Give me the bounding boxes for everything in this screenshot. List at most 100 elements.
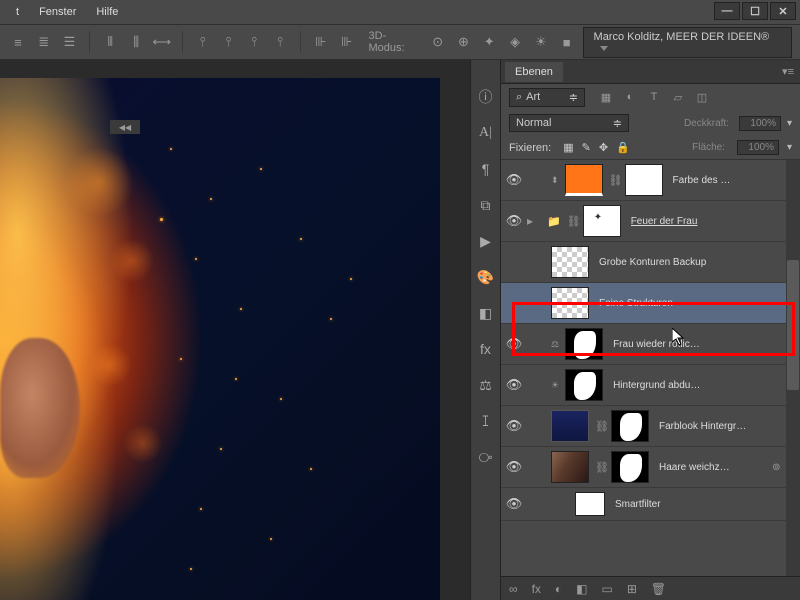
character-icon[interactable]: A| (477, 124, 495, 142)
dist-icon-2[interactable]: ⫼ (126, 32, 146, 52)
3d-icon-4[interactable]: ◈ (505, 32, 525, 52)
adjustment-layer-icon[interactable]: ◧ (576, 582, 587, 596)
layer-filter-select[interactable]: ⌕Art≑ (509, 88, 585, 107)
filter-shape-icon[interactable]: ▱ (671, 90, 685, 104)
layer-name[interactable]: Hintergrund abdu… (613, 380, 794, 391)
link-icon[interactable]: ⛓ (567, 215, 577, 228)
align-icon-2[interactable]: ≣ (34, 32, 54, 52)
dist-icon-1[interactable]: ⫴ (100, 32, 120, 52)
layer-row[interactable]: 👁 Smartfilter (501, 488, 800, 521)
delete-layer-icon[interactable]: 🗑 (651, 582, 666, 596)
layer-thumb[interactable] (551, 287, 589, 319)
fill-input[interactable]: 100% (737, 140, 779, 155)
layer-thumb[interactable] (551, 246, 589, 278)
layer-name[interactable]: Feine Strukturen (599, 298, 794, 309)
mask-thumb[interactable] (583, 205, 621, 237)
mask-thumb[interactable] (565, 328, 603, 360)
visibility-toggle[interactable]: 👁 (507, 255, 521, 269)
tab-ebenen[interactable]: Ebenen (505, 62, 563, 82)
lock-transparency-icon[interactable]: ▦ (563, 141, 573, 154)
visibility-toggle[interactable]: 👁 (507, 419, 521, 433)
layer-name[interactable]: Smartfilter (615, 499, 794, 510)
author-display[interactable]: Marco Kolditz, MEER DER IDEEN® (583, 27, 793, 58)
align-icon-3[interactable]: ☰ (60, 32, 80, 52)
layer-name[interactable]: Grobe Konturen Backup (599, 257, 794, 268)
layers-icon[interactable]: ⧉ (477, 196, 495, 214)
menu-truncated[interactable]: t (6, 2, 29, 22)
blend-mode-select[interactable]: Normal≑ (509, 114, 629, 132)
play-icon[interactable]: ▶ (477, 232, 495, 250)
layers-scrollbar[interactable] (786, 160, 800, 576)
mask-thumb[interactable] (611, 410, 649, 442)
3d-icon-3[interactable]: ✦ (479, 32, 499, 52)
3d-icon-6[interactable]: ■ (557, 32, 577, 52)
layer-name[interactable]: Farblook Hintergr… (659, 421, 794, 432)
dist-h-1[interactable]: ⊪ (311, 32, 331, 52)
mask-thumb[interactable] (625, 164, 663, 196)
menu-fenster[interactable]: Fenster (29, 2, 86, 22)
swatches-icon[interactable]: 🎨 (477, 268, 495, 286)
fx-badge[interactable]: ⊚ (772, 462, 780, 473)
link-icon[interactable]: ⛓ (609, 174, 619, 187)
3d-icon-2[interactable]: ⊕ (454, 32, 474, 52)
adjustments-icon[interactable]: ◧ (477, 304, 495, 322)
layer-thumb[interactable] (551, 410, 589, 442)
link-layers-icon[interactable]: ∞ (509, 582, 518, 596)
dist-v-2[interactable]: ⫯ (219, 32, 239, 52)
layer-row[interactable]: 👁 ⬍ ⛓ Farbe des … (501, 160, 800, 201)
3d-icon-1[interactable]: ⊙ (428, 32, 448, 52)
filter-pixel-icon[interactable]: ▦ (599, 90, 613, 104)
mask-thumb[interactable] (565, 369, 603, 401)
visibility-toggle[interactable]: 👁 (507, 497, 521, 511)
opacity-input[interactable]: 100% (739, 116, 781, 131)
paragraph-icon[interactable]: ¶ (477, 160, 495, 178)
canvas-area[interactable]: ◀◀ (0, 60, 470, 600)
visibility-toggle[interactable]: 👁 (507, 337, 521, 351)
layer-name[interactable]: Feuer der Frau (631, 216, 794, 227)
close-button[interactable]: ✕ (770, 2, 796, 20)
filter-adjust-icon[interactable]: ◐ (623, 90, 637, 104)
fill-arrow[interactable]: ▾ (787, 142, 792, 153)
new-layer-icon[interactable]: ⊞ (627, 582, 637, 596)
clone-icon[interactable]: ⧂ (477, 448, 495, 466)
layer-thumb[interactable] (551, 451, 589, 483)
layer-row[interactable]: 👁 Grobe Konturen Backup (501, 242, 800, 283)
filter-type-icon[interactable]: T (647, 90, 661, 104)
layer-mask-icon[interactable]: ◐ (555, 582, 562, 596)
layer-row[interactable]: 👁 ⛓ Haare weichz… ⊚ ▾ (501, 447, 800, 488)
dist-v-4[interactable]: ⫯ (270, 32, 290, 52)
minimize-button[interactable]: — (714, 2, 740, 20)
link-icon[interactable]: ⛓ (595, 461, 605, 474)
balance-icon[interactable]: ⚖ (477, 376, 495, 394)
layer-fx-icon[interactable]: fx (532, 582, 541, 596)
visibility-toggle[interactable]: 👁 (507, 296, 521, 310)
menu-hilfe[interactable]: Hilfe (86, 2, 128, 22)
styles-icon[interactable]: fx (477, 340, 495, 358)
3d-icon-5[interactable]: ☀ (531, 32, 551, 52)
opacity-arrow[interactable]: ▾ (787, 118, 792, 129)
canvas[interactable] (0, 78, 440, 600)
layer-thumb[interactable] (565, 164, 603, 196)
dist-v-3[interactable]: ⫯ (244, 32, 264, 52)
dist-h-2[interactable]: ⊪ (337, 32, 357, 52)
visibility-toggle[interactable]: 👁 (507, 378, 521, 392)
layer-row[interactable]: 👁 ⚖ Frau wieder rötlic… (501, 324, 800, 365)
layer-name[interactable]: Frau wieder rötlic… (613, 339, 794, 350)
align-icon[interactable]: ≡ (8, 32, 28, 52)
info-icon[interactable]: ⓘ (477, 88, 495, 106)
layer-row[interactable]: 👁 ▸ 📁 ⛓ Feuer der Frau (501, 201, 800, 242)
layer-name[interactable]: Haare weichz… (659, 462, 766, 473)
smartfilter-thumb[interactable] (575, 492, 605, 516)
maximize-button[interactable]: ☐ (742, 2, 768, 20)
scrollbar-thumb[interactable] (787, 260, 799, 390)
dist-icon-3[interactable]: ⟷ (152, 32, 172, 52)
visibility-toggle[interactable]: 👁 (507, 460, 521, 474)
panel-collapse-icon[interactable]: ◀◀ (110, 120, 140, 134)
lock-all-icon[interactable]: 🔒 (616, 141, 630, 154)
group-icon[interactable]: ▭ (602, 582, 613, 596)
link-icon[interactable]: ⛓ (595, 420, 605, 433)
dist-v-1[interactable]: ⫯ (193, 32, 213, 52)
panel-menu-icon[interactable]: ▾≡ (776, 65, 800, 78)
layer-name[interactable]: Farbe des … (673, 175, 794, 186)
lock-position-icon[interactable]: ✥ (599, 141, 608, 154)
